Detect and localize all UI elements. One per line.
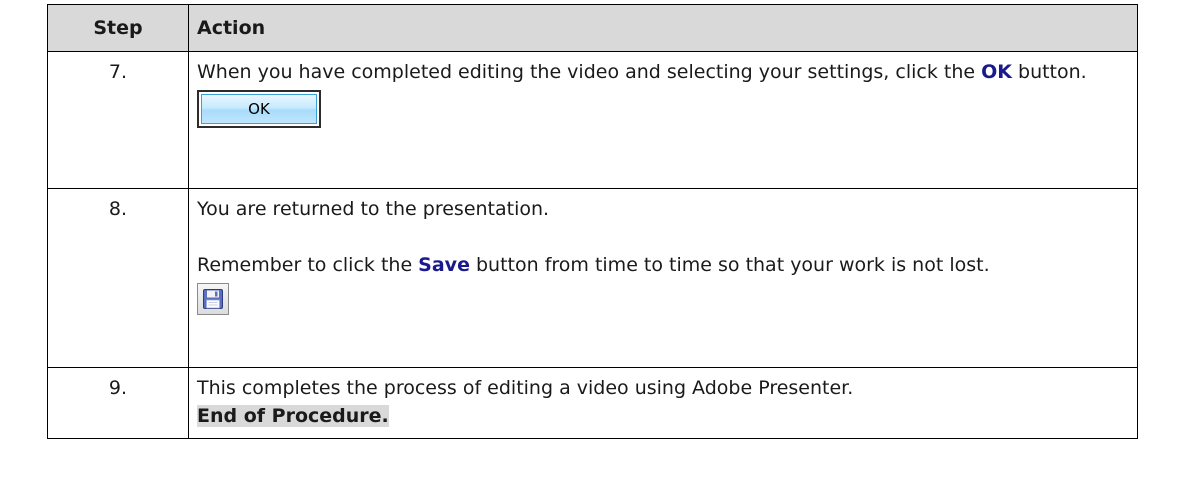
action-cell: When you have completed editing the vide… [188, 51, 1138, 189]
reminder-text-end: button from time to time so that your wo… [469, 254, 990, 276]
returned-text: You are returned to the presentation. [197, 198, 550, 220]
instruction-text-end: button. [1011, 61, 1087, 83]
save-button[interactable] [197, 283, 229, 315]
procedure-table: Step Action 7. When you have completed e… [47, 4, 1138, 439]
instruction-text: When you have completed editing the vide… [197, 61, 982, 83]
action-cell: This completes the process of editing a … [188, 367, 1138, 439]
end-of-procedure-label: End of Procedure. [197, 405, 389, 427]
floppy-disk-save-icon [203, 289, 223, 309]
table-header-row: Step Action [47, 4, 1138, 52]
save-keyword: Save [418, 254, 470, 276]
step-number: 8. [47, 188, 189, 368]
reminder-text: Remember to click the [197, 254, 419, 276]
ok-button-label: OK [201, 94, 317, 124]
step-column-header: Step [47, 4, 189, 52]
action-cell: You are returned to the presentation. Re… [188, 188, 1138, 368]
table-row: 9. This completes the process of editing… [47, 367, 1138, 439]
action-column-header: Action [188, 4, 1138, 52]
table-row: 8. You are returned to the presentation.… [47, 188, 1138, 368]
end-of-procedure-line: End of Procedure. [197, 402, 1127, 430]
procedure-document: Step Action 7. When you have completed e… [47, 4, 1138, 439]
completion-text: This completes the process of editing a … [197, 377, 854, 399]
ok-keyword: OK [981, 61, 1012, 83]
action-text: Remember to click the Save button from t… [197, 251, 1127, 279]
ok-button[interactable]: OK [197, 90, 321, 128]
step-number: 9. [47, 367, 189, 439]
action-text: When you have completed editing the vide… [197, 58, 1127, 86]
table-row: 7. When you have completed editing the v… [47, 51, 1138, 189]
step-number: 7. [47, 51, 189, 189]
